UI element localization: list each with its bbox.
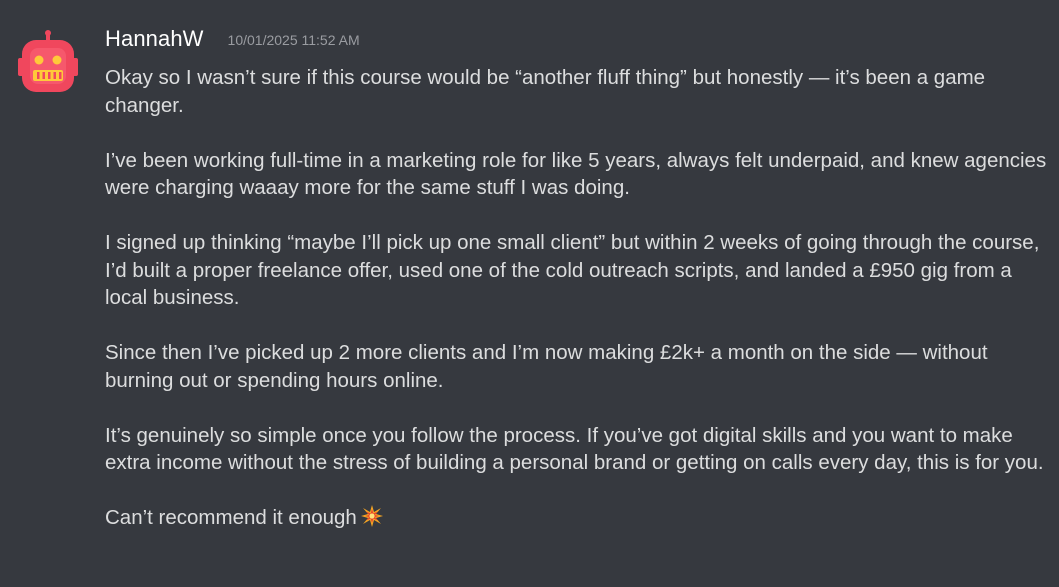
avatar[interactable] — [16, 30, 80, 94]
message-paragraph-text: Can’t recommend it enough — [105, 506, 357, 529]
message-paragraph: I’ve been working full-time in a marketi… — [105, 148, 1047, 200]
message-header: HannahW 10/01/2025 11:52 AM — [105, 26, 360, 52]
message-content: Okay so I wasn’t sure if this course wou… — [105, 64, 1055, 535]
message-paragraph: Since then I’ve picked up 2 more clients… — [105, 341, 988, 392]
message-paragraph: Okay so I wasn’t sure if this course wou… — [105, 66, 986, 117]
message-last-paragraph: Can’t recommend it enough — [105, 504, 1055, 535]
message-paragraph: It’s genuinely so simple once you follow… — [105, 423, 1044, 475]
chat-message: HannahW 10/01/2025 11:52 AM Okay so I wa… — [0, 0, 1059, 587]
message-paragraph: I signed up thinking “maybe I’ll pick up… — [105, 231, 1040, 309]
timestamp[interactable]: 10/01/2025 11:52 AM — [228, 32, 360, 48]
collision-emoji-icon — [360, 505, 383, 535]
robot-avatar-icon — [18, 30, 78, 92]
username[interactable]: HannahW — [105, 26, 204, 52]
